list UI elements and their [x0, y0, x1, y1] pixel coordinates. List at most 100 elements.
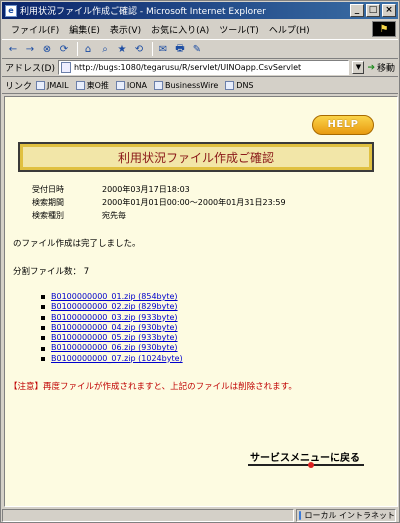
menu-file[interactable]: ファイル(F) — [6, 23, 64, 36]
split-count-value: 7 — [83, 267, 90, 277]
menu-tools[interactable]: ツール(T) — [214, 23, 264, 36]
chevron-down-icon[interactable]: ▼ — [352, 61, 365, 74]
link-label: IONA — [126, 81, 147, 90]
bullet-icon — [41, 326, 45, 331]
link-page-icon — [225, 81, 235, 90]
service-menu-dot-icon — [308, 462, 314, 468]
link-toosui[interactable]: 東O推 — [75, 80, 109, 91]
toolbar-separator — [77, 42, 78, 56]
links-label: リンク — [5, 82, 33, 92]
status-bar: ローカル イントラネット — [2, 508, 398, 522]
service-menu-link[interactable]: サービスメニューに戻る — [248, 449, 364, 468]
close-button[interactable]: × — [382, 4, 396, 17]
split-file-count: 分割ファイル数： 7 — [13, 265, 89, 277]
edit-icon[interactable]: ✎ — [190, 41, 204, 57]
home-icon[interactable]: ⌂ — [81, 41, 95, 57]
links-bar: リンク JMAIL 東O推 IONA BusinessWire DNS — [2, 78, 398, 94]
print-icon[interactable]: 🖶 — [173, 41, 187, 57]
file-link[interactable]: B0100000000_07.zip (1024byte) — [51, 354, 183, 364]
info-label: 検索種別 — [32, 211, 64, 220]
menu-view[interactable]: 表示(V) — [105, 23, 146, 36]
bullet-icon — [41, 295, 45, 300]
link-label: DNS — [236, 81, 254, 90]
search-icon[interactable]: ⌕ — [98, 41, 112, 57]
link-businesswire[interactable]: BusinessWire — [154, 81, 218, 90]
toolbar-separator — [152, 42, 153, 56]
page-title: 利用状況ファイル作成ご確認 — [18, 142, 374, 172]
zone-label: ローカル イントラネット — [304, 510, 395, 520]
history-icon[interactable]: ⟲ — [132, 41, 146, 57]
mail-icon[interactable]: ✉ — [156, 41, 170, 57]
link-page-icon — [75, 81, 85, 90]
page-icon — [60, 62, 71, 73]
link-label: 東O推 — [86, 81, 109, 90]
request-info: 受付日時 2000年03月17日18:03 検索期間 2000年01月01日00… — [32, 183, 286, 222]
info-value: 2000年03月17日18:03 — [102, 185, 190, 194]
favorites-icon[interactable]: ★ — [115, 41, 129, 57]
menu-bar: ファイル(F) 編集(E) 表示(V) お気に入り(A) ツール(T) ヘルプ(… — [2, 20, 398, 38]
back-icon[interactable]: ← — [6, 41, 20, 57]
forward-icon[interactable]: → — [23, 41, 37, 57]
go-arrow-icon: ➔ — [367, 62, 375, 73]
link-iona[interactable]: IONA — [115, 81, 147, 90]
file-link[interactable]: B0100000000_02.zip (829byte) — [51, 302, 178, 312]
list-item: B0100000000_06.zip (930byte) — [41, 343, 183, 353]
deletion-notice: 【注意】再度ファイルが作成されますと、上記のファイルは削除されます。 — [9, 382, 297, 392]
toolbar: ← → ⊗ ⟳ ⌂ ⌕ ★ ⟲ ✉ 🖶 ✎ — [2, 39, 398, 59]
completion-message: のファイル作成は完了しました。 — [13, 239, 141, 249]
link-label: BusinessWire — [165, 81, 219, 90]
list-item: B0100000000_02.zip (829byte) — [41, 302, 183, 312]
bullet-icon — [41, 315, 45, 320]
list-item: B0100000000_01.zip (854byte) — [41, 292, 183, 302]
info-value: 2000年01月01日00:00～2000年01月31日23:59 — [102, 198, 286, 207]
link-page-icon — [36, 81, 46, 90]
file-link[interactable]: B0100000000_05.zip (933byte) — [51, 333, 178, 343]
help-button[interactable]: HELP — [312, 115, 374, 135]
split-count-label: 分割ファイル数： — [13, 267, 82, 277]
file-link[interactable]: B0100000000_04.zip (930byte) — [51, 323, 178, 333]
menu-help[interactable]: ヘルプ(H) — [264, 23, 315, 36]
list-item: B0100000000_04.zip (930byte) — [41, 323, 183, 333]
stop-icon[interactable]: ⊗ — [40, 41, 54, 57]
list-item: B0100000000_03.zip (933byte) — [41, 313, 183, 323]
minimize-button[interactable]: _ — [350, 4, 364, 17]
info-label: 受付日時 — [32, 185, 64, 194]
info-value: 宛先毎 — [102, 211, 126, 220]
link-dns[interactable]: DNS — [225, 81, 254, 90]
link-page-icon — [154, 81, 163, 90]
link-jmail[interactable]: JMAIL — [36, 81, 69, 90]
menu-edit[interactable]: 編集(E) — [64, 23, 105, 36]
security-zone: ローカル イントラネット — [296, 508, 396, 522]
browser-window: e 利用状況ファイル作成ご確認 - Microsoft Internet Exp… — [0, 0, 400, 523]
info-row: 検索種別 宛先毎 — [32, 209, 286, 222]
bullet-icon — [41, 346, 45, 351]
address-url: http://bugs:1080/tegarusu/R/servlet/UINO… — [73, 63, 302, 72]
maximize-button[interactable]: □ — [366, 4, 380, 17]
address-label: アドレス(D) — [5, 64, 55, 74]
link-page-icon — [115, 81, 125, 90]
bullet-icon — [41, 356, 45, 361]
status-message — [2, 508, 294, 522]
menu-favorites[interactable]: お気に入り(A) — [146, 23, 214, 36]
info-label: 検索期間 — [32, 198, 64, 207]
ie-icon: e — [5, 4, 17, 17]
info-row: 受付日時 2000年03月17日18:03 — [32, 183, 286, 196]
file-link[interactable]: B0100000000_01.zip (854byte) — [51, 292, 178, 302]
info-row: 検索期間 2000年01月01日00:00～2000年01月31日23:59 — [32, 196, 286, 209]
address-bar: アドレス(D) http://bugs:1080/tegarusu/R/serv… — [2, 59, 398, 77]
windows-logo-icon: ⚑ — [372, 21, 396, 37]
refresh-icon[interactable]: ⟳ — [57, 41, 71, 57]
bullet-icon — [41, 336, 45, 341]
file-list: B0100000000_01.zip (854byte) B0100000000… — [41, 292, 183, 364]
file-link[interactable]: B0100000000_06.zip (930byte) — [51, 343, 178, 353]
page-content: HELP 利用状況ファイル作成ご確認 受付日時 2000年03月17日18:03… — [4, 96, 398, 507]
title-bar: e 利用状況ファイル作成ご確認 - Microsoft Internet Exp… — [2, 2, 398, 19]
address-input[interactable]: http://bugs:1080/tegarusu/R/servlet/UINO… — [57, 60, 350, 75]
go-button[interactable]: ➔ 移動 — [367, 61, 398, 75]
file-link[interactable]: B0100000000_03.zip (933byte) — [51, 313, 178, 323]
bullet-icon — [41, 305, 45, 310]
window-title: 利用状況ファイル作成ご確認 - Microsoft Internet Explo… — [20, 7, 266, 17]
intranet-icon — [299, 510, 302, 520]
go-label: 移動 — [376, 64, 395, 74]
service-menu-underline — [248, 464, 364, 466]
